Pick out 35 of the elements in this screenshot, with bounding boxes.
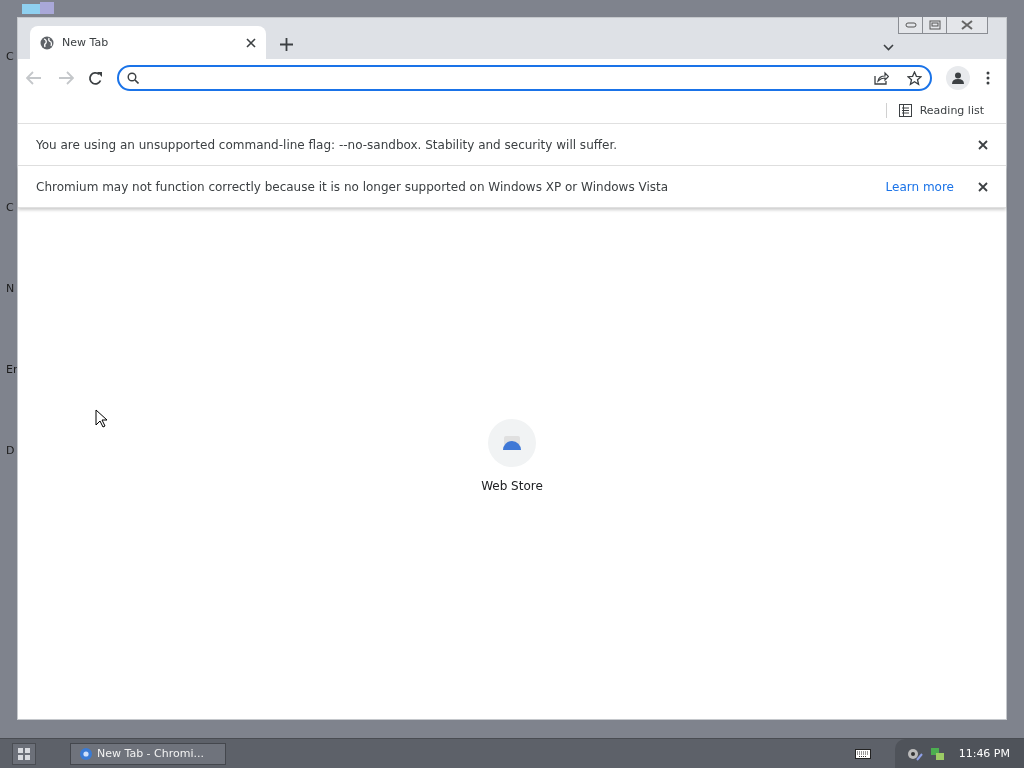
mouse-cursor-icon <box>95 409 107 428</box>
tab-title: New Tab <box>62 36 110 49</box>
reload-icon[interactable] <box>88 70 103 86</box>
share-icon[interactable] <box>874 71 889 85</box>
grid-icon <box>18 747 30 760</box>
close-icon[interactable] <box>978 181 988 192</box>
start-button[interactable] <box>12 742 36 765</box>
desktop-icon-label: N <box>6 282 15 295</box>
browser-logo-icon <box>79 746 93 761</box>
profile-icon[interactable] <box>946 66 970 90</box>
web-store-icon <box>502 436 522 450</box>
infobar-message: You are using an unsupported command-line flag: --no-sandbox. Stability and security will suffer. <box>36 137 619 152</box>
reading-list-button[interactable]: Reading list <box>885 102 990 118</box>
clock: 11:46 PM <box>958 747 1010 760</box>
globe-icon <box>40 35 54 50</box>
infobar-message: Chromium may not function correctly because it is no longer supported on Windows XP or Windows Vista <box>36 179 670 194</box>
address-bar[interactable] <box>117 65 932 91</box>
keyboard-icon[interactable] <box>854 748 871 759</box>
desktop-icon-label: Er <box>6 363 18 376</box>
plus-icon[interactable] <box>280 38 293 51</box>
speaker-icon[interactable] <box>906 746 923 761</box>
learn-more-link[interactable]: Learn more <box>885 179 954 194</box>
taskbar-button[interactable]: New Tab - Chromi... <box>70 742 226 765</box>
close-icon[interactable] <box>978 139 988 150</box>
search-icon <box>127 72 139 84</box>
shortcut-tile[interactable]: Web Store <box>475 418 549 494</box>
desktop-icon-label: C <box>6 50 14 63</box>
desktop-icon-label: D <box>6 444 15 457</box>
desktop-icon-label: C <box>6 201 14 214</box>
network-icon[interactable] <box>928 746 945 761</box>
star-icon[interactable] <box>907 70 922 86</box>
chevron-down-icon[interactable] <box>883 44 894 51</box>
close-icon[interactable] <box>246 37 256 48</box>
list-icon <box>898 103 912 117</box>
browser-tab[interactable]: New Tab <box>30 26 266 59</box>
